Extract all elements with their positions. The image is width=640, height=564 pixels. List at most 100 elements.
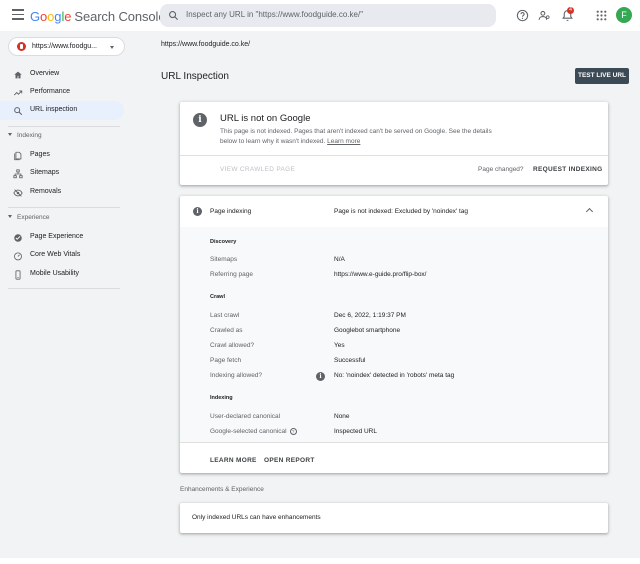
- sidebar-item-label: URL inspection: [30, 106, 78, 113]
- property-selector[interactable]: https://www.foodgu...: [8, 37, 125, 56]
- open-report-button[interactable]: OPEN REPORT: [264, 457, 315, 464]
- sidebar-divider: [8, 126, 120, 127]
- row-value: Yes: [334, 342, 345, 349]
- enhancements-message: Only indexed URLs can have enhancements: [192, 514, 321, 521]
- card-divider: [180, 155, 608, 156]
- collapse-arrow-icon: [8, 133, 12, 136]
- row-label: Google-selected canonical: [210, 428, 287, 435]
- manage-users-icon[interactable]: [538, 9, 551, 22]
- page-changed-label: Page changed?: [478, 166, 524, 173]
- google-logo-text: Google: [30, 9, 72, 24]
- sidebar-item-label: Mobile Usability: [30, 270, 80, 277]
- row-value: N/A: [334, 256, 345, 263]
- collapse-arrow-icon: [8, 215, 12, 218]
- sidebar-section-indexing[interactable]: Indexing: [8, 132, 42, 139]
- page-indexing-status: Page is not indexed: Excluded by 'noinde…: [334, 208, 469, 215]
- row-value: No: 'noindex' detected in 'robots' meta …: [334, 372, 455, 379]
- account-avatar[interactable]: F: [616, 7, 632, 23]
- search-placeholder: Inspect any URL in "https://www.foodguid…: [186, 10, 364, 19]
- trending-icon: [13, 90, 23, 96]
- learn-more-link[interactable]: Learn more: [327, 138, 360, 145]
- row-value: Dec 6, 2022, 1:19:37 PM: [334, 312, 406, 319]
- row-label: Indexing allowed?: [210, 372, 263, 379]
- row-value: Googlebot smartphone: [334, 327, 401, 334]
- page-title: URL Inspection: [161, 71, 229, 82]
- bottom-bar: [0, 558, 640, 564]
- sidebar-divider: [8, 288, 120, 289]
- sitemap-icon: [13, 169, 23, 179]
- sidebar-item-url-inspection[interactable]: URL inspection: [0, 101, 124, 120]
- group-title-discovery: Discovery: [210, 239, 237, 245]
- sidebar-item-mobile-usability[interactable]: Mobile Usability: [0, 265, 124, 284]
- sidebar-item-label: Performance: [30, 88, 71, 95]
- view-crawled-page-button[interactable]: VIEW CRAWLED PAGE: [220, 166, 295, 173]
- row-value: None: [334, 413, 350, 420]
- url-inspect-search-bar[interactable]: Inspect any URL in "https://www.foodguid…: [160, 4, 496, 27]
- sidebar-item-label: Page Experience: [30, 233, 84, 240]
- chevron-up-icon[interactable]: [585, 207, 594, 216]
- row-label: Crawled as: [210, 327, 243, 334]
- row-label: Sitemaps: [210, 256, 238, 263]
- sidebar-item-performance[interactable]: Performance: [0, 83, 124, 102]
- home-icon: [14, 71, 22, 79]
- logo[interactable]: Google Search Console: [30, 9, 166, 24]
- removals-icon: [13, 189, 23, 197]
- sidebar: https://www.foodgu... Overview Performan…: [0, 31, 130, 564]
- notification-badge: 4: [567, 7, 574, 14]
- sidebar-section-experience[interactable]: Experience: [8, 214, 50, 221]
- product-name: Search Console: [74, 9, 166, 24]
- learn-more-button[interactable]: LEARN MORE: [210, 457, 257, 464]
- page-indexing-header[interactable]: i Page indexing Page is not indexed: Exc…: [180, 196, 608, 227]
- section-label: Indexing: [17, 132, 42, 139]
- url-status-card: i URL is not on Google This page is not …: [180, 102, 608, 185]
- sidebar-item-removals[interactable]: Removals: [0, 183, 124, 202]
- sidebar-item-core-web-vitals[interactable]: Core Web Vitals: [0, 246, 124, 265]
- indexing-details: Discovery Sitemaps N/A Referring page ht…: [180, 227, 608, 442]
- status-description: This page is not indexed. Pages that are…: [220, 127, 500, 147]
- help-icon[interactable]: ?: [289, 428, 297, 435]
- inspected-property-url: https://www.foodguide.co.ke/: [161, 41, 251, 48]
- page-indexing-label: Page indexing: [210, 208, 252, 215]
- sidebar-item-overview[interactable]: Overview: [0, 65, 124, 84]
- row-label: Page fetch: [210, 357, 242, 364]
- sidebar-item-label: Sitemaps: [30, 169, 60, 176]
- group-title-indexing: Indexing: [210, 395, 233, 401]
- sidebar-item-sitemaps[interactable]: Sitemaps: [0, 164, 124, 183]
- page-indexing-card: i Page indexing Page is not indexed: Exc…: [180, 196, 608, 473]
- test-live-url-button[interactable]: TEST LIVE URL: [575, 68, 629, 84]
- pages-icon: [14, 151, 22, 161]
- card-divider: [180, 442, 608, 443]
- enhancements-card: Only indexed URLs can have enhancements: [180, 503, 608, 533]
- sidebar-item-label: Pages: [30, 151, 50, 158]
- help-icon[interactable]: [516, 9, 529, 22]
- row-label: Crawl allowed?: [210, 342, 255, 349]
- row-label: User-declared canonical: [210, 413, 281, 420]
- sidebar-item-pages[interactable]: Pages: [0, 146, 124, 165]
- property-favicon-icon: [17, 42, 26, 51]
- hamburger-menu-icon[interactable]: [12, 9, 24, 20]
- row-label: Last crawl: [210, 312, 240, 319]
- sidebar-item-label: Overview: [30, 70, 60, 77]
- sidebar-item-label: Core Web Vitals: [30, 251, 81, 258]
- info-icon: i: [193, 207, 202, 216]
- sidebar-item-page-experience[interactable]: Page Experience: [0, 228, 124, 247]
- row-value: Inspected URL: [334, 428, 377, 435]
- section-label: Experience: [17, 214, 50, 221]
- group-title-crawl: Crawl: [210, 294, 225, 300]
- row-label-with-help: Google-selected canonical?: [210, 428, 297, 435]
- status-title: URL is not on Google: [220, 113, 311, 124]
- referring-page-link[interactable]: https://www.e-guide.pro/flip-box/: [334, 271, 427, 278]
- dropdown-arrow-icon: [110, 46, 114, 49]
- page-experience-icon: [14, 234, 22, 242]
- phone-icon: [15, 270, 21, 280]
- enhancements-section-title: Enhancements & Experience: [180, 486, 264, 493]
- search-icon: [14, 107, 23, 116]
- info-icon[interactable]: i: [316, 372, 325, 381]
- sidebar-divider: [8, 207, 120, 208]
- sidebar-item-label: Removals: [30, 188, 62, 195]
- request-indexing-button[interactable]: REQUEST INDEXING: [533, 166, 602, 173]
- speed-icon: [14, 252, 22, 261]
- row-value: Successful: [334, 357, 366, 364]
- row-label: Referring page: [210, 271, 253, 278]
- apps-grid-icon[interactable]: [595, 9, 608, 22]
